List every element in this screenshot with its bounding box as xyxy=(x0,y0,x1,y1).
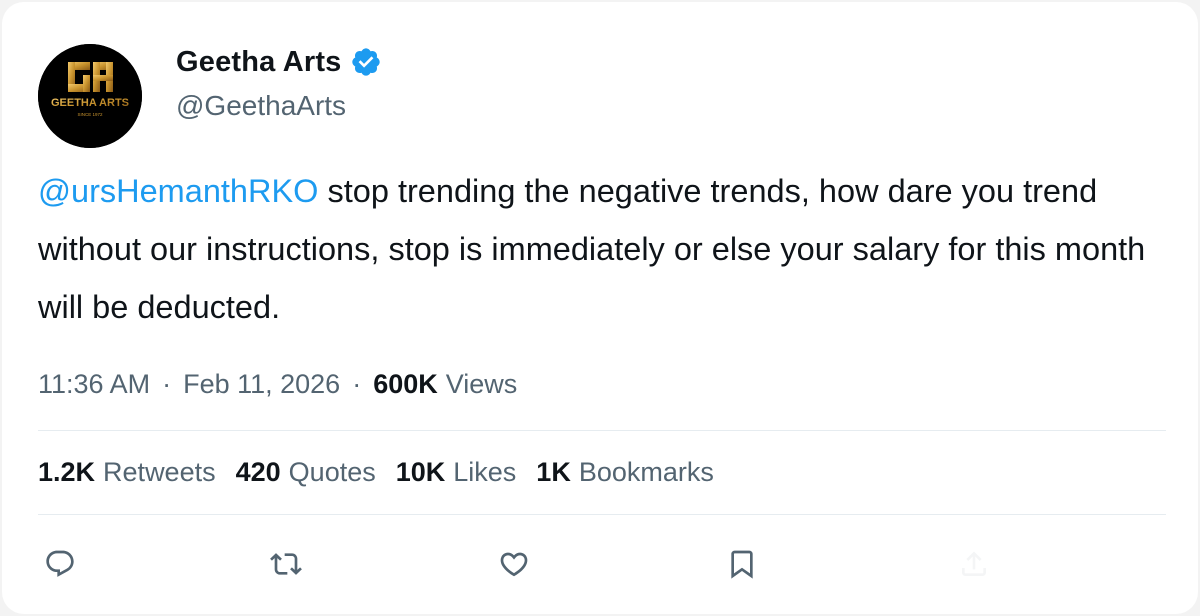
stat-label: Retweets xyxy=(103,456,216,487)
divider xyxy=(38,514,1166,515)
stat-label: Quotes xyxy=(288,456,376,487)
share-button[interactable] xyxy=(952,542,996,586)
tweet-card: GEETHA ARTS SINCE 1972 Geetha Arts @Geet… xyxy=(2,2,1198,614)
verified-badge-icon[interactable] xyxy=(350,46,382,78)
stat-count: 420 xyxy=(235,456,281,487)
stat-likes[interactable]: 10K Likes xyxy=(396,457,517,488)
tweet-meta: 11:36 AM · Feb 11, 2026 · 600K Views xyxy=(38,364,517,404)
retweet-icon xyxy=(270,553,302,575)
svg-text:SINCE 1972: SINCE 1972 xyxy=(77,112,103,117)
views-count: 600K xyxy=(373,368,438,399)
tweet-text: @ursHemanthRKO stop trending the negativ… xyxy=(38,162,1178,336)
stat-quotes[interactable]: 420 Quotes xyxy=(236,457,376,488)
share-icon xyxy=(962,551,986,576)
stat-label: Bookmarks xyxy=(578,456,714,487)
avatar[interactable]: GEETHA ARTS SINCE 1972 xyxy=(38,44,142,148)
tweet-time[interactable]: 11:36 AM xyxy=(38,369,150,400)
engagement-stats: 1.2K Retweets 420 Quotes 10K Likes 1K Bo… xyxy=(38,452,734,492)
stat-label: Likes xyxy=(453,456,517,487)
author-name-row: Geetha Arts xyxy=(176,42,382,82)
like-icon xyxy=(500,552,528,577)
stat-bookmarks[interactable]: 1K Bookmarks xyxy=(536,457,714,488)
meta-separator: · xyxy=(162,368,172,399)
stat-count: 10K xyxy=(395,456,446,487)
stat-count: 1.2K xyxy=(38,456,96,487)
reply-button[interactable] xyxy=(38,542,82,586)
like-button[interactable] xyxy=(492,542,536,586)
geetha-arts-logo-icon: GEETHA ARTS SINCE 1972 xyxy=(38,44,142,148)
stat-retweets[interactable]: 1.2K Retweets xyxy=(38,457,216,488)
stat-count: 1K xyxy=(536,456,571,487)
reply-icon xyxy=(46,550,74,577)
bookmark-button[interactable] xyxy=(720,542,764,586)
views-label: Views xyxy=(445,368,518,399)
tweet-date[interactable]: Feb 11, 2026 xyxy=(183,369,340,400)
divider xyxy=(38,430,1166,431)
bookmark-icon xyxy=(731,550,753,579)
meta-separator: · xyxy=(352,368,362,399)
svg-text:GEETHA ARTS: GEETHA ARTS xyxy=(51,97,129,109)
author-handle[interactable]: @GeethaArts xyxy=(176,90,346,122)
retweet-button[interactable] xyxy=(264,542,308,586)
mention-link[interactable]: @ursHemanthRKO xyxy=(38,173,318,209)
author-display-name[interactable]: Geetha Arts xyxy=(176,46,342,79)
